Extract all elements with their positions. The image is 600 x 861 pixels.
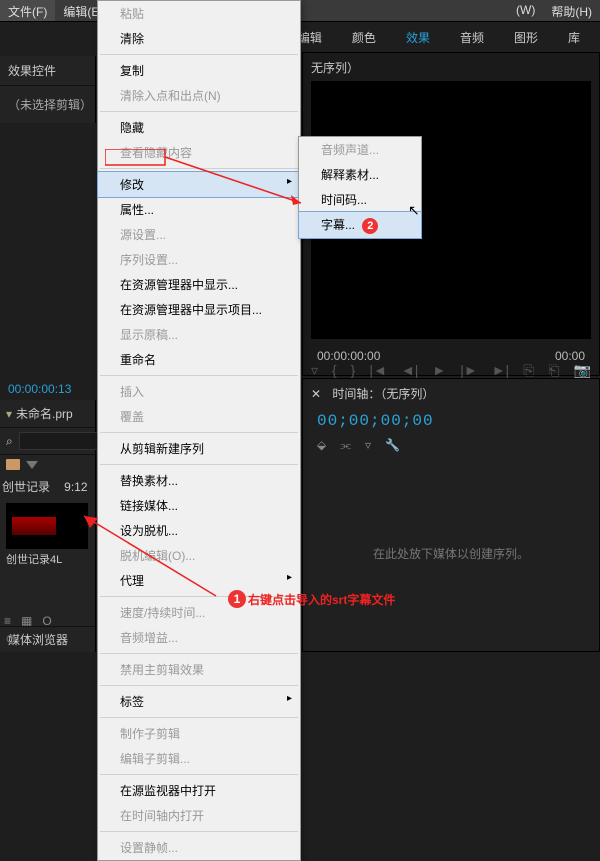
ctx-make-subclip: 制作子剪辑 (98, 721, 300, 746)
ctx-reveal[interactable]: 在资源管理器中显示... (98, 272, 300, 297)
ctx-insert: 插入 (98, 379, 300, 404)
annotation-text: 1 右键点击导入的srt字幕文件 (228, 590, 395, 608)
ctx-offline-edit: 脱机编辑(O)... (98, 543, 300, 568)
project-panel: ▾ 未命名.prp ⌕ 创世记录 9:12 创世记录4L ≡ ▦ O 媒体浏览器 (0, 400, 96, 652)
ctx-hide[interactable]: 隐藏 (98, 115, 300, 140)
ctx-open-src[interactable]: 在源监视器中打开 (98, 778, 300, 803)
ctx-open-tl: 在时间轴内打开 (98, 803, 300, 828)
ctx-label[interactable]: 标签 (98, 689, 300, 714)
timeline-drop-hint[interactable]: 在此处放下媒体以创建序列。 (303, 455, 599, 651)
ctx-disable-fx: 禁用主剪辑效果 (98, 657, 300, 682)
menu-file[interactable]: 文件(F) (0, 0, 55, 21)
link-icon[interactable]: ⫘ (340, 438, 351, 453)
cursor-icon: ↖ (408, 202, 420, 219)
menu-help[interactable]: 帮助(H) (543, 0, 600, 21)
ctx-link[interactable]: 链接媒体... (98, 493, 300, 518)
ctx-clear-inout: 清除入点和出点(N) (98, 83, 300, 108)
timecode-display: 00:00:00:13 (0, 378, 96, 400)
snap-icon[interactable]: ⬙ (317, 438, 326, 453)
step-back-icon[interactable]: ◄| (401, 362, 419, 379)
project-item-bin[interactable]: 创世记录 9:12 (0, 474, 95, 499)
project-chevron-icon[interactable]: ▾ (6, 407, 12, 421)
timeline-panel: ✕ 时间轴：（无序列） 00;00;00;00 ⬙ ⫘ ▿ 🔧 在此处放下媒体以… (302, 378, 600, 652)
goto-out-icon[interactable]: ►| (492, 362, 510, 379)
out-icon[interactable]: } (351, 362, 356, 379)
marker-add-icon[interactable]: ▿ (365, 438, 371, 453)
sub-subtitle[interactable]: 字幕... 2 (298, 211, 422, 239)
transport-controls: ▿ { } |◄ ◄| ► |► ►| ⎘ ⎗ 📷 (303, 362, 599, 379)
ctx-set-poster: 设置静帧... (98, 835, 300, 860)
goto-in-icon[interactable]: |◄ (369, 362, 387, 379)
project-bin-row[interactable] (0, 455, 95, 474)
ctx-show-orig: 显示原稿... (98, 322, 300, 347)
tab-library[interactable]: 库 (554, 23, 594, 52)
tab-graphics[interactable]: 图形 (500, 23, 552, 52)
sync-icon[interactable]: ⟳ (6, 631, 18, 648)
ctx-paste: 粘贴 (98, 1, 300, 26)
annotation-badge-1: 1 (228, 590, 246, 608)
ctx-replace[interactable]: 替换素材... (98, 468, 300, 493)
settings-icon[interactable]: 🔧 (385, 438, 400, 453)
source-tc-left: 00:00:00:00 (317, 349, 380, 363)
timeline-timecode[interactable]: 00;00;00;00 (303, 408, 599, 434)
sub-subtitle-label: 字幕... (321, 218, 355, 232)
clip-label: 创世记录4L (6, 549, 89, 569)
ctx-edit-subclip: 编辑子剪辑... (98, 746, 300, 771)
search-icon: ⌕ (6, 434, 13, 449)
source-panel-title: 无序列） (303, 53, 599, 82)
tab-color[interactable]: 颜色 (338, 23, 390, 52)
bin-icon (6, 459, 20, 470)
tab-effects[interactable]: 效果 (392, 23, 444, 52)
ctx-overwrite: 覆盖 (98, 404, 300, 429)
ctx-view-hidden: 查看隐藏内容 (98, 140, 300, 165)
workspace-tabs: 编辑 颜色 效果 音频 图形 库 (284, 22, 600, 52)
sub-audio-ch: 音频声道... (299, 137, 421, 162)
effects-panel-empty: （未选择剪辑） (0, 86, 95, 123)
tab-audio[interactable]: 音频 (446, 23, 498, 52)
ctx-rename[interactable]: 重命名 (98, 347, 300, 372)
overwrite-icon[interactable]: ⎗ (548, 362, 559, 379)
project-item-clip[interactable]: 创世记录4L (0, 499, 95, 573)
clip-thumbnail[interactable] (6, 503, 88, 549)
effects-panel: 效果控件 （未选择剪辑） (0, 56, 96, 123)
source-tc-right: 00:00 (555, 349, 585, 363)
ctx-props[interactable]: 属性... (98, 197, 300, 222)
insert-icon[interactable]: ⎘ (523, 362, 534, 379)
ctx-seq-settings: 序列设置... (98, 247, 300, 272)
step-fwd-icon[interactable]: |► (460, 362, 478, 379)
ctx-src-settings: 源设置... (98, 222, 300, 247)
ctx-new-seq[interactable]: 从剪辑新建序列 (98, 436, 300, 461)
timeline-title: 时间轴：（无序列） (332, 385, 434, 402)
export-frame-icon[interactable]: 📷 (574, 362, 591, 379)
ctx-offline[interactable]: 设为脱机... (98, 518, 300, 543)
menu-window[interactable]: (W) (508, 0, 543, 21)
chevron-down-icon (26, 461, 38, 469)
sub-timecode[interactable]: 时间码... (299, 187, 421, 212)
submenu-modify: 音频声道... 解释素材... 时间码... 字幕... 2 (298, 136, 422, 239)
annotation-badge-2: 2 (362, 218, 378, 234)
effects-panel-title: 效果控件 (0, 56, 95, 86)
marker-icon[interactable]: ▿ (311, 362, 318, 379)
timeline-tools: ⬙ ⫘ ▿ 🔧 (303, 434, 599, 457)
ctx-copy[interactable]: 复制 (98, 58, 300, 83)
project-tab-label[interactable]: 未命名.prp (16, 405, 73, 422)
ctx-reveal-proj[interactable]: 在资源管理器中显示项目... (98, 297, 300, 322)
close-icon[interactable]: ✕ (311, 387, 321, 401)
play-icon[interactable]: ► (432, 362, 446, 379)
ctx-gain: 音频增益... (98, 625, 300, 650)
ctx-modify[interactable]: 修改 (97, 171, 301, 198)
sub-interpret[interactable]: 解释素材... (299, 162, 421, 187)
ctx-clear[interactable]: 清除 (98, 26, 300, 51)
in-icon[interactable]: { (332, 362, 337, 379)
context-menu: 粘贴 清除 复制 清除入点和出点(N) 隐藏 查看隐藏内容 修改 属性... 源… (97, 0, 301, 861)
